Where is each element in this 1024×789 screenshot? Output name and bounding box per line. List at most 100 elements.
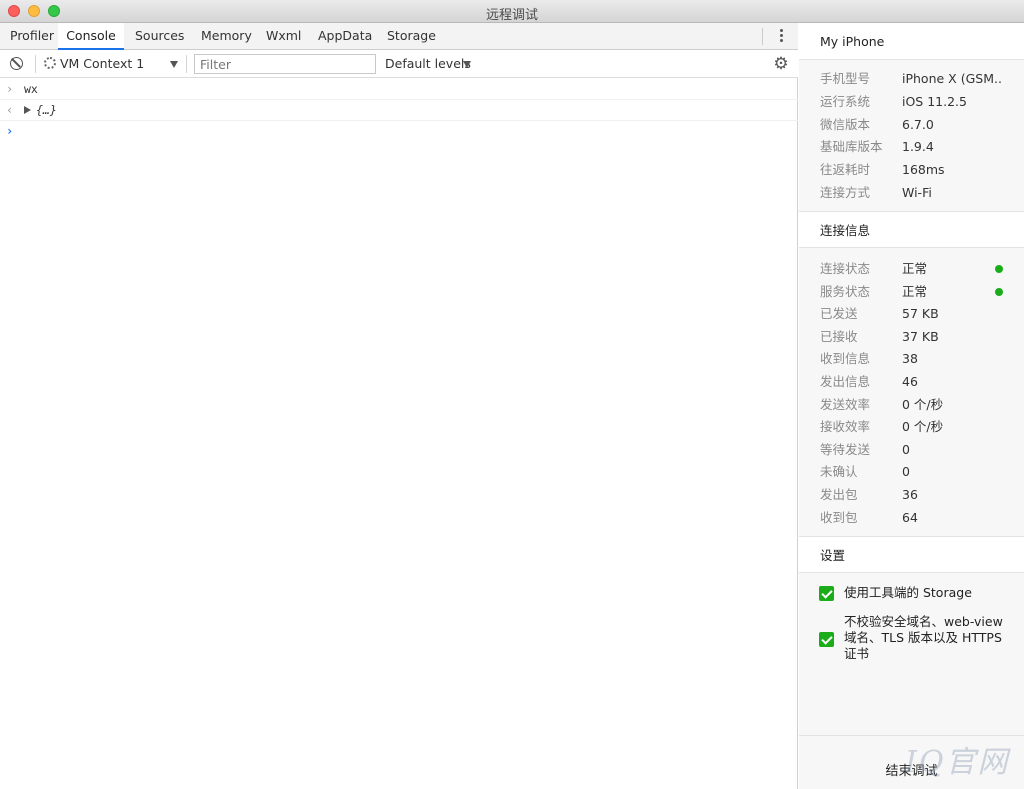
tab-profiler[interactable]: Profiler [8, 23, 56, 50]
row-key: 服务状态 [820, 284, 871, 299]
row-key: 运行系统 [820, 94, 871, 109]
connection-title: 连接信息 [799, 211, 1024, 248]
row-value: 57 KB [902, 306, 939, 321]
tab-appdata[interactable]: AppData [316, 23, 374, 50]
row-value: 36 [902, 487, 918, 502]
window-title: 远程调试 [485, 8, 538, 23]
row-key: 等待发送 [820, 442, 871, 457]
row-value: 正常 [902, 261, 928, 276]
connection-row: 接收效率 0 个/秒 [820, 415, 1020, 438]
device-row: 运行系统 iOS 11.2.5 [820, 90, 1020, 113]
row-key: 已发送 [820, 306, 858, 321]
device-row: 往返耗时 168ms [820, 158, 1020, 181]
log-levels-dropdown[interactable]: Default levels [385, 50, 485, 78]
setting-skip-domain-check[interactable]: 不校验安全域名、web-view 域名、TLS 版本以及 HTTPS 证书 [819, 614, 1019, 666]
device-row: 基础库版本 1.9.4 [820, 135, 1020, 158]
row-value: iOS 11.2.5 [902, 94, 967, 109]
connection-row: 收到信息 38 [820, 347, 1020, 370]
title-bar: 远程调试 [0, 0, 1024, 23]
gear-icon[interactable]: ⚙ [772, 55, 790, 73]
row-key: 发出包 [820, 487, 858, 502]
row-key: 基础库版本 [820, 139, 883, 154]
watermark: IQ官网 [905, 745, 1010, 780]
input-chevron-icon: › [6, 82, 14, 96]
row-value: Wi-Fi [902, 185, 932, 200]
row-value: 0 [902, 464, 910, 479]
row-key: 往返耗时 [820, 162, 871, 177]
skip-domain-check-checkbox[interactable] [819, 632, 834, 647]
devtools-panel: Profiler Console Sources Memory Wxml App… [0, 23, 798, 789]
devtools-tab-bar: Profiler Console Sources Memory Wxml App… [0, 23, 798, 50]
connection-row: 发出包 36 [820, 483, 1020, 506]
row-value: 0 个/秒 [902, 419, 944, 434]
row-key: 发送效率 [820, 397, 871, 412]
expand-triangle-icon[interactable] [24, 106, 31, 114]
row-value: 6.7.0 [902, 117, 934, 132]
tab-storage[interactable]: Storage [385, 23, 438, 50]
row-value: 168ms [902, 162, 945, 177]
filter-input[interactable] [194, 54, 376, 74]
console-result-line[interactable]: ‹ {…} [0, 100, 798, 121]
tab-wxml[interactable]: Wxml [264, 23, 303, 50]
row-value: 64 [902, 510, 918, 525]
log-levels-label: Default levels [385, 56, 471, 71]
status-ok-indicator [995, 265, 1003, 273]
row-key: 发出信息 [820, 374, 871, 389]
tab-divider [762, 28, 763, 45]
row-value: 37 KB [902, 329, 939, 344]
toolbar-divider [186, 55, 187, 73]
setting-label: 使用工具端的 Storage [844, 585, 972, 600]
context-gear-icon [44, 57, 56, 69]
device-row: 微信版本 6.7.0 [820, 113, 1020, 136]
use-storage-checkbox[interactable] [819, 586, 834, 601]
device-row: 手机型号 iPhone X (GSM... [820, 67, 1020, 90]
row-key: 连接状态 [820, 261, 871, 276]
console-output[interactable]: › wx ‹ {…} › [0, 79, 798, 789]
device-title: My iPhone [799, 23, 1024, 60]
device-info-panel: My iPhone 手机型号 iPhone X (GSM... 运行系统 iOS 1… [799, 23, 1024, 789]
chevron-down-icon [463, 61, 471, 68]
row-key: 连接方式 [820, 185, 871, 200]
status-ok-indicator [995, 288, 1003, 296]
console-toolbar: VM Context 1 Default levels ⚙ [0, 50, 798, 78]
row-key: 接收效率 [820, 419, 871, 434]
row-key: 收到包 [820, 510, 858, 525]
remote-debug-window: 远程调试 Profiler Console Sources Memory Wxm… [0, 0, 1024, 789]
connection-row: 已接收 37 KB [820, 325, 1020, 348]
tab-memory[interactable]: Memory [199, 23, 254, 50]
row-value: 1.9.4 [902, 139, 934, 154]
tab-console[interactable]: Console [58, 23, 124, 50]
connection-row: 服务状态 正常 [820, 280, 1020, 303]
row-value: 46 [902, 374, 918, 389]
connection-row: 等待发送 0 [820, 438, 1020, 461]
context-selector[interactable]: VM Context 1 [44, 50, 184, 78]
tab-sources[interactable]: Sources [133, 23, 186, 50]
console-prompt-line[interactable]: › [0, 121, 798, 142]
toolbar-divider [35, 55, 36, 73]
row-value: 0 个/秒 [902, 397, 944, 412]
row-key: 已接收 [820, 329, 858, 344]
row-key: 手机型号 [820, 71, 871, 86]
result-arrow-icon: ‹ [6, 103, 14, 117]
row-key: 未确认 [820, 464, 858, 479]
connection-row: 未确认 0 [820, 460, 1020, 483]
setting-label: 不校验安全域名、web-view 域名、TLS 版本以及 HTTPS 证书 [844, 614, 1003, 661]
connection-row: 发送效率 0 个/秒 [820, 393, 1020, 416]
row-value: 正常 [902, 284, 928, 299]
row-value: 0 [902, 442, 910, 457]
connection-row: 连接状态 正常 [820, 257, 1020, 280]
device-row: 连接方式 Wi-Fi [820, 181, 1020, 204]
console-result-object[interactable]: {…} [36, 103, 57, 117]
context-label: VM Context 1 [60, 56, 145, 71]
row-value: iPhone X (GSM... [902, 71, 1002, 86]
clear-console-icon[interactable] [10, 57, 23, 70]
more-options-icon[interactable] [774, 27, 788, 45]
console-input-line: › wx [0, 79, 798, 100]
settings-title: 设置 [799, 536, 1024, 573]
console-input-text: wx [24, 82, 38, 96]
setting-use-storage[interactable]: 使用工具端的 Storage [819, 585, 1019, 605]
row-value: 38 [902, 351, 918, 366]
connection-row: 已发送 57 KB [820, 302, 1020, 325]
row-key: 收到信息 [820, 351, 871, 366]
connection-row: 发出信息 46 [820, 370, 1020, 393]
